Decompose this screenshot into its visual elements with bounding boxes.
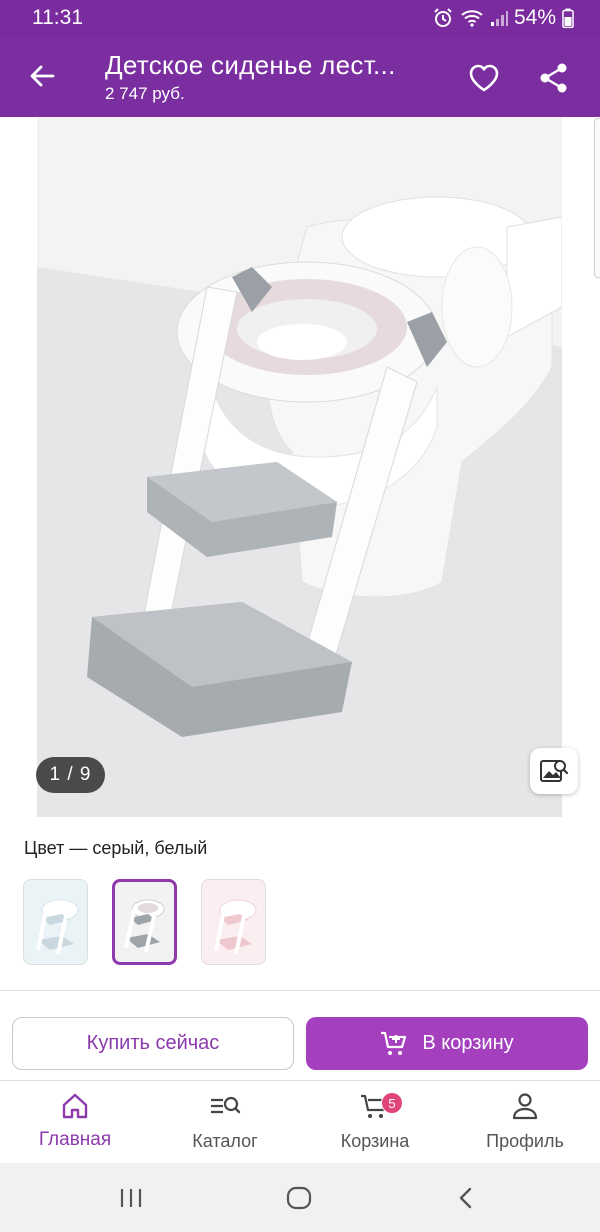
nav-catalog-label: Каталог [192,1131,258,1151]
share-button[interactable] [534,58,574,98]
status-icons: 54% [432,6,574,30]
home-icon [62,1093,88,1119]
color-swatch-gray[interactable] [112,879,177,965]
buy-now-button[interactable]: Купить сейчас [12,1017,294,1070]
add-to-cart-label: В корзину [422,1032,514,1054]
battery-percent: 54% [513,6,556,29]
recent-apps-button[interactable] [111,1183,151,1213]
arrow-left-icon [30,65,55,87]
recent-apps-icon [120,1189,142,1207]
nav-home-label: Главная [38,1129,112,1150]
bottom-navigation: Главная Каталог 5 Корзина Профиль [0,1080,600,1163]
chevron-left-icon [459,1187,472,1209]
swatch-thumbnail [36,899,79,955]
heart-icon [469,64,499,92]
battery-icon [562,8,574,28]
product-price: 2 747 руб. [105,84,185,103]
product-image[interactable] [37,117,562,817]
status-time: 11:31 [32,6,83,29]
app-bar: Детское сиденье лест... 2 747 руб. [0,36,600,117]
add-to-cart-button[interactable]: В корзину [306,1017,588,1070]
color-swatch-pink[interactable] [201,879,266,965]
side-panel-handle[interactable] [594,118,600,278]
back-system-button[interactable] [446,1183,486,1213]
share-icon [540,63,567,93]
signal-icon [490,11,508,26]
image-search-button[interactable] [530,748,578,794]
cart-add-icon [381,1031,407,1055]
catalog-search-icon [211,1096,241,1114]
nav-profile[interactable]: Профиль [450,1081,600,1164]
alarm-icon [434,8,452,27]
image-counter: 1 / 9 [36,757,105,793]
product-gallery[interactable]: 1 / 9 [0,117,600,817]
status-bar: 11:31 54% [0,0,600,36]
home-circle-icon [286,1186,312,1210]
cart-badge: 5 [381,1092,403,1114]
back-button[interactable] [22,56,62,96]
swatch-thumbnail [214,899,257,955]
color-label: Цвет — серый, белый [24,838,208,858]
title-block: Детское сиденье лест... 2 747 руб. [105,50,435,104]
nav-profile-label: Профиль [486,1131,564,1151]
product-title: Детское сиденье лест... [105,50,396,80]
image-search-icon [540,760,569,782]
system-navigation-bar [0,1163,600,1232]
swatch-thumbnail [124,899,165,953]
nav-cart-label: Корзина [340,1131,410,1151]
profile-icon [512,1093,538,1120]
divider [0,990,600,991]
nav-home[interactable]: Главная [0,1081,150,1164]
favorite-button[interactable] [464,58,504,98]
home-system-button[interactable] [279,1183,319,1213]
wifi-icon [461,10,483,27]
color-swatch-blue[interactable] [23,879,88,965]
nav-cart[interactable]: 5 Корзина [300,1081,450,1164]
nav-catalog[interactable]: Каталог [150,1081,300,1164]
potty-ladder-illustration [37,117,562,817]
